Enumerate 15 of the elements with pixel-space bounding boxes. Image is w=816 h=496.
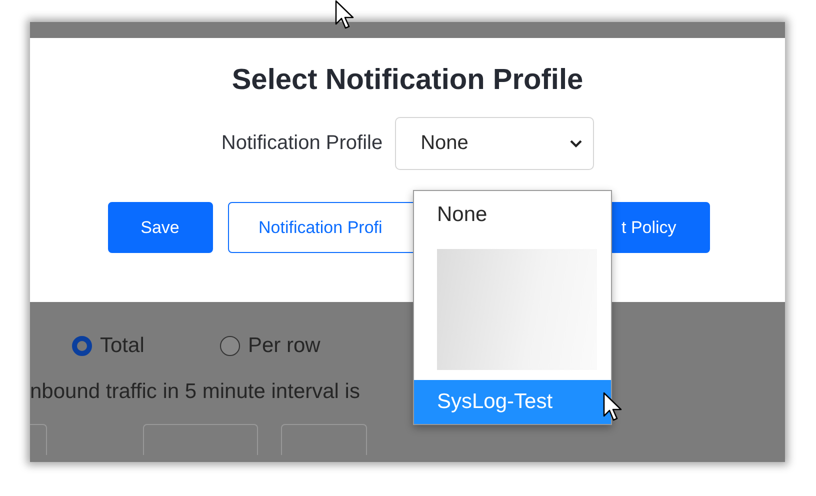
- input-field[interactable]: [143, 424, 258, 455]
- input-field[interactable]: [281, 424, 367, 455]
- cursor-icon: [335, 0, 355, 30]
- dialog-button[interactable]: Save: [108, 202, 212, 253]
- radio-button[interactable]: [72, 336, 92, 356]
- radio-label: Per row: [248, 334, 320, 358]
- dialog-title: Select Notification Profile: [232, 63, 584, 98]
- input-field[interactable]: [30, 424, 47, 455]
- profile-select[interactable]: None: [394, 117, 594, 170]
- rule-text: nbound traffic in 5 minute interval is: [30, 380, 360, 404]
- field-label: Notification Profile: [221, 132, 383, 155]
- radio-label: Total: [100, 334, 144, 358]
- dropdown-option[interactable]: SysLog-Test: [414, 380, 611, 424]
- chevron-down-icon: [568, 138, 583, 148]
- radio-button[interactable]: [220, 336, 240, 356]
